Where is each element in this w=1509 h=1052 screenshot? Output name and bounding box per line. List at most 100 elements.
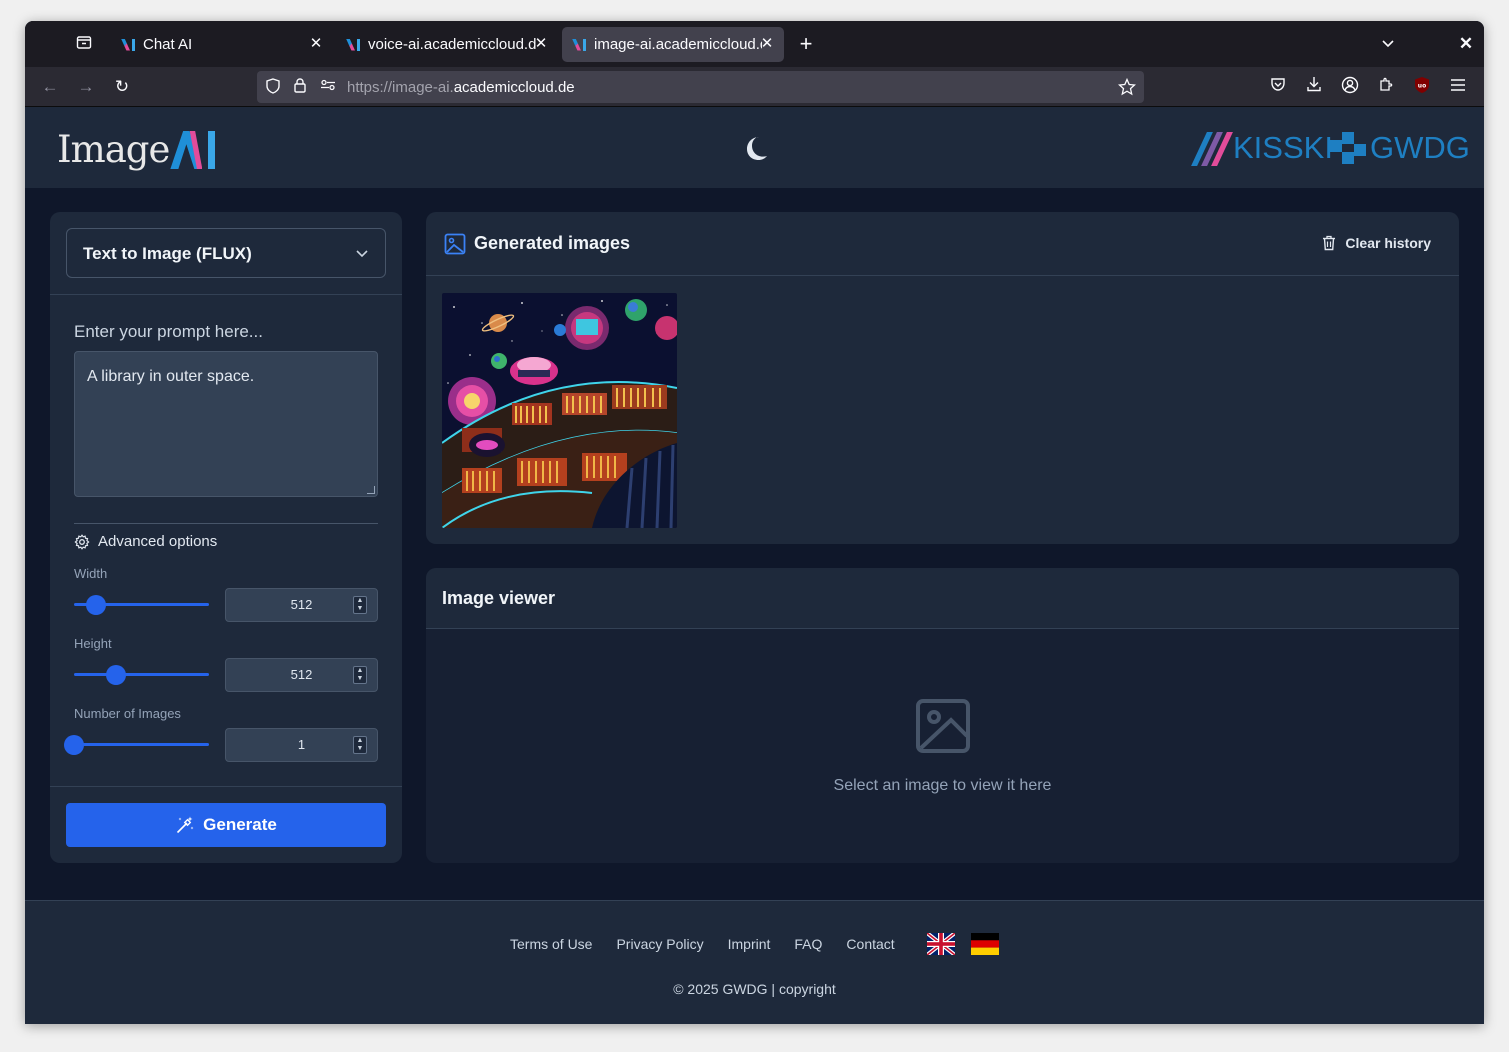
advanced-options-label: Advanced options	[98, 533, 218, 550]
faq-link[interactable]: FAQ	[794, 936, 822, 952]
height-label: Height	[74, 636, 112, 651]
height-slider[interactable]	[74, 664, 209, 685]
advanced-options-toggle[interactable]: Advanced options	[74, 533, 217, 550]
slider-thumb[interactable]	[64, 735, 84, 755]
kisski-logo[interactable]: KISSKI	[1191, 128, 1333, 168]
resize-grip-icon[interactable]	[367, 486, 375, 494]
url-domain: academiccloud.de	[453, 79, 575, 96]
width-input[interactable]: 512 ▲ ▼	[225, 588, 378, 622]
kisski-mark-icon	[1191, 130, 1233, 166]
browser-window: Chat AI ✕ voice-ai.academiccloud.de ✕ im…	[25, 21, 1484, 1024]
height-value: 512	[290, 667, 313, 682]
close-tab-icon[interactable]: ✕	[307, 35, 325, 53]
count-input[interactable]: 1 ▲ ▼	[225, 728, 378, 762]
clear-history-button[interactable]: Clear history	[1322, 235, 1431, 251]
control-panel: Text to Image (FLUX) Enter your prompt h…	[50, 212, 402, 863]
page-content: Image KISSKI GWDG Text to Image (FLUX) E…	[25, 107, 1484, 1024]
image-placeholder-icon	[915, 698, 971, 754]
permissions-icon[interactable]	[319, 78, 337, 96]
imprint-link[interactable]: Imprint	[728, 936, 771, 952]
image-icon	[444, 233, 466, 255]
close-tab-icon[interactable]: ✕	[758, 35, 776, 53]
moon-icon[interactable]	[741, 134, 769, 162]
url-text[interactable]: https://image-ai.academiccloud.de	[347, 79, 575, 96]
close-tab-icon[interactable]: ✕	[532, 35, 550, 53]
uk-flag-icon[interactable]	[925, 931, 956, 957]
slider-track	[74, 673, 209, 676]
slider-thumb[interactable]	[85, 595, 106, 615]
gwdg-text: GWDG	[1370, 130, 1470, 165]
divider	[50, 786, 402, 787]
downloads-icon[interactable]	[1303, 76, 1325, 98]
logo-text: Image	[57, 127, 170, 171]
gear-icon	[74, 533, 90, 550]
germany-flag-icon[interactable]	[970, 933, 999, 955]
image-ai-logo[interactable]: Image	[57, 127, 218, 171]
tab-image-ai[interactable]: image-ai.academiccloud.de ✕	[562, 27, 784, 62]
count-slider[interactable]	[64, 734, 209, 755]
menu-icon[interactable]	[1447, 76, 1469, 98]
generate-button[interactable]: Generate	[66, 803, 386, 847]
terms-link[interactable]: Terms of Use	[510, 936, 592, 952]
reload-icon[interactable]: ↻	[111, 76, 133, 98]
generated-images-header: Generated images Clear history	[426, 212, 1459, 276]
url-prefix: https://image-ai.	[347, 79, 454, 96]
tab-strip: Chat AI ✕ voice-ai.academiccloud.de ✕ im…	[25, 21, 1484, 67]
height-input[interactable]: 512 ▲ ▼	[225, 658, 378, 692]
prompt-label: Enter your prompt here...	[74, 322, 263, 341]
stepper-icon[interactable]: ▲ ▼	[353, 596, 367, 614]
kisski-text: KISSKI	[1233, 130, 1333, 165]
tab-label: Chat AI	[143, 36, 193, 53]
generated-images-panel: Generated images Clear history	[426, 212, 1459, 544]
trash-icon	[1322, 235, 1336, 251]
window-close-icon[interactable]: ✕	[1457, 33, 1475, 55]
image-viewer-panel: Image viewer Select an image to view it …	[426, 568, 1459, 863]
shield-icon[interactable]	[264, 78, 282, 96]
count-value: 1	[297, 737, 306, 752]
model-select-value: Text to Image (FLUX)	[83, 244, 252, 263]
privacy-link[interactable]: Privacy Policy	[616, 936, 703, 952]
model-select[interactable]: Text to Image (FLUX)	[66, 228, 386, 278]
bookmark-star-icon[interactable]	[1117, 77, 1137, 96]
footer-links: Terms of Use Privacy Policy Imprint FAQ …	[510, 931, 1007, 957]
forward-icon[interactable]: →	[75, 76, 97, 98]
stepper-icon[interactable]: ▲ ▼	[353, 736, 367, 754]
tab-voice-ai[interactable]: voice-ai.academiccloud.de ✕	[336, 27, 558, 62]
prompt-input[interactable]: A library in outer space.	[74, 351, 378, 497]
pocket-icon[interactable]	[1267, 76, 1289, 98]
generated-image-thumbnail[interactable]	[442, 293, 677, 528]
app-header: Image KISSKI GWDG	[25, 107, 1484, 188]
tab-list-chevron-icon[interactable]	[1377, 33, 1399, 55]
width-label: Width	[74, 566, 108, 581]
tab-overview-icon[interactable]	[73, 34, 95, 56]
prompt-value: A library in outer space.	[87, 368, 255, 385]
image-viewer-hint: Select an image to view it here	[833, 777, 1052, 794]
slider-thumb[interactable]	[105, 665, 126, 685]
slider-track	[74, 743, 209, 746]
new-tab-icon[interactable]: +	[795, 33, 817, 55]
generate-label: Generate	[203, 815, 277, 834]
url-bar[interactable]: https://image-ai.academiccloud.de	[257, 71, 1144, 103]
count-label: Number of Images	[74, 706, 181, 721]
ai-favicon-icon	[346, 37, 362, 53]
clear-history-label: Clear history	[1345, 235, 1431, 251]
extensions-icon[interactable]	[1375, 76, 1397, 98]
tab-chat-ai[interactable]: Chat AI ✕	[111, 27, 333, 62]
ublock-icon[interactable]: uo	[1411, 76, 1433, 98]
nav-bar: ← → ↻ https://image-ai.academiccloud.de	[25, 67, 1484, 107]
tab-label: image-ai.academiccloud.de	[594, 36, 762, 53]
copyright-text: © 2025 GWDG | copyright	[673, 981, 836, 997]
back-icon[interactable]: ←	[39, 76, 61, 98]
tab-label: voice-ai.academiccloud.de	[368, 36, 536, 53]
width-slider[interactable]	[74, 594, 209, 615]
chevron-down-icon	[355, 245, 369, 259]
contact-link[interactable]: Contact	[846, 936, 894, 952]
lock-icon[interactable]	[291, 78, 309, 96]
image-viewer-header: Image viewer	[426, 568, 1459, 629]
account-icon[interactable]	[1339, 76, 1361, 98]
stepper-icon[interactable]: ▲ ▼	[353, 666, 367, 684]
gwdg-logo[interactable]: GWDG	[1330, 128, 1470, 168]
magic-wand-icon	[175, 815, 195, 835]
svg-text:uo: uo	[1418, 83, 1426, 90]
generated-images-title: Generated images	[474, 233, 631, 253]
